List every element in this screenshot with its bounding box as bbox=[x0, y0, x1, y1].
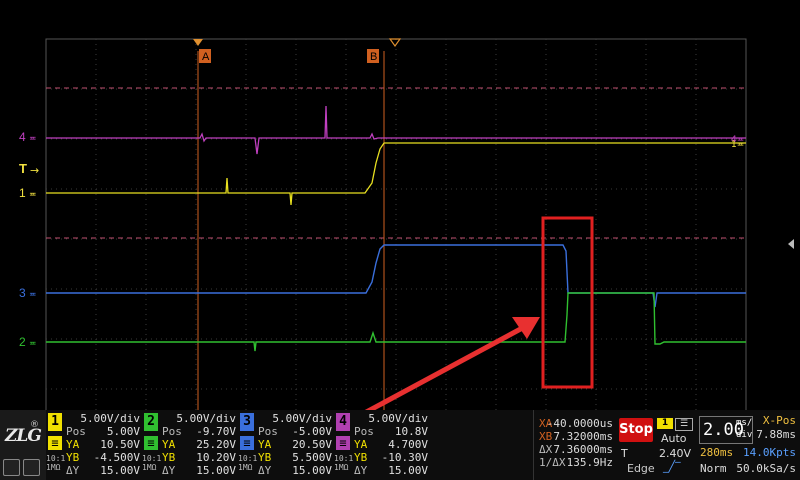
channel-1-yb: -4.500V bbox=[93, 451, 140, 464]
channel-1-badge[interactable]: 1 bbox=[48, 413, 62, 431]
channel-3-panel[interactable]: 3 ≡ 10:1 1MΩ 5.00V/div Pos -5.00V YA 20.50V… bbox=[238, 410, 334, 480]
sample-rate: 50.0kSa/s bbox=[736, 462, 796, 475]
cursor-xb-value: 7.32000ms bbox=[553, 430, 613, 443]
status-bar: ZLG ® 1 ≡ 10:1 1MΩ 5.00V/div Pos 5.00V YA 1… bbox=[0, 410, 800, 480]
ch2-level-label[interactable]: 2 bbox=[19, 335, 26, 349]
trigger-type[interactable]: Edge bbox=[627, 462, 655, 475]
channel-2-ya: 25.20V bbox=[196, 438, 236, 451]
trigger-level-arrow: → bbox=[30, 164, 39, 177]
channel-2-yb: 10.20V bbox=[196, 451, 236, 464]
channel-2-badge[interactable]: 2 bbox=[144, 413, 158, 431]
channel-3-dy: 15.00V bbox=[292, 464, 332, 477]
channel-4-dy: 15.00V bbox=[388, 464, 428, 477]
cursor-freq-value: 135.9Hz bbox=[566, 456, 613, 469]
trigger-mode[interactable]: Auto bbox=[661, 432, 687, 445]
points-count: 14.0Kpts bbox=[743, 446, 796, 459]
channel-1-coupling-icon: ≡ bbox=[48, 436, 62, 450]
channel-1-probe: 10:1 1MΩ bbox=[46, 454, 66, 472]
trigger-source[interactable]: 1 bbox=[657, 418, 673, 429]
trigger-panel[interactable]: Stop 1 ☰ Auto T 2.40V Edge _╱‾ bbox=[617, 410, 695, 480]
channel-4-ya: 4.700V bbox=[388, 438, 428, 451]
channel-1-dy: 15.00V bbox=[100, 464, 140, 477]
cursor-dx-value: 7.36000ms bbox=[553, 443, 613, 456]
channel-2-probe: 10:1 1MΩ bbox=[142, 454, 162, 472]
xpos-value[interactable]: 7.88ms bbox=[756, 428, 796, 441]
ch3-level-arrow: ≖ bbox=[29, 290, 37, 300]
ch1-level-arrow: ≖ bbox=[29, 190, 37, 200]
ch3-level-label[interactable]: 3 bbox=[19, 286, 26, 300]
ch2-level-arrow: ≖ bbox=[29, 339, 37, 349]
registered-mark: ® bbox=[30, 420, 39, 430]
ch1-right-marker: 1≖ bbox=[731, 140, 744, 150]
rising-edge-icon: _╱‾ bbox=[663, 460, 681, 473]
brand-area: ZLG ® bbox=[0, 410, 46, 480]
channel-3-scale: 5.00V/div bbox=[272, 412, 332, 425]
channel-2-coupling-icon: ≡ bbox=[144, 436, 158, 450]
cursor-measurements[interactable]: XA -40.0000us XB 7.32000ms ΔX 7.36000ms 1/Δ… bbox=[535, 410, 615, 480]
channel-4-pos: 10.8V bbox=[394, 425, 428, 438]
channel-4-coupling-icon: ≡ bbox=[336, 436, 350, 450]
channel-3-yb: 5.500V bbox=[292, 451, 332, 464]
run-stop-button[interactable]: Stop bbox=[619, 418, 653, 442]
channel-2-pos: -9.70V bbox=[196, 425, 236, 438]
trigger-level-value[interactable]: 2.40V bbox=[659, 447, 691, 460]
channel-2-panel[interactable]: 2 ≡ 10:1 1MΩ 5.00V/div Pos -9.70V YA 25.20V… bbox=[142, 410, 238, 480]
cursor-b-label: B bbox=[370, 51, 377, 63]
trigger-menu-icon[interactable]: ☰ bbox=[675, 418, 693, 431]
divider bbox=[533, 410, 534, 480]
channel-3-pos: -5.00V bbox=[292, 425, 332, 438]
channel-4-yb: -10.30V bbox=[381, 451, 428, 464]
xpos-label: X-Pos bbox=[762, 414, 796, 427]
waveform-display[interactable]: A B 4 ≖ T → 1 ≖ 3 ≖ 2 ≖ 4≖ 1≖ bbox=[0, 0, 800, 480]
ch4-level-label[interactable]: 4 bbox=[19, 130, 26, 144]
channel-3-probe: 10:1 1MΩ bbox=[238, 454, 258, 472]
acquisition-mode[interactable]: Norm bbox=[700, 462, 727, 475]
channel-4-panel[interactable]: 4 ≡ 10:1 1MΩ 5.00V/div Pos 10.8V YA 4.700V … bbox=[334, 410, 430, 480]
channel-4-badge[interactable]: 4 bbox=[336, 413, 350, 431]
timebase-panel[interactable]: 2.00 ms/ div X-Pos 7.88ms 280ms 14.0Kpts… bbox=[697, 410, 800, 480]
channel-1-ya: 10.50V bbox=[100, 438, 140, 451]
trigger-level-label-text: T bbox=[621, 447, 628, 460]
timebase-scale[interactable]: 2.00 ms/ div bbox=[699, 416, 753, 444]
ch1-level-label[interactable]: 1 bbox=[19, 186, 26, 200]
channel-2-scale: 5.00V/div bbox=[176, 412, 236, 425]
memory-length: 280ms bbox=[700, 446, 734, 459]
ch4-level-arrow: ≖ bbox=[29, 134, 37, 144]
cursor-a-label: A bbox=[202, 51, 210, 63]
channel-4-probe: 10:1 1MΩ bbox=[334, 454, 354, 472]
channel-3-badge[interactable]: 3 bbox=[240, 413, 254, 431]
channel-3-ya: 20.50V bbox=[292, 438, 332, 451]
channel-2-dy: 15.00V bbox=[196, 464, 236, 477]
channel-1-scale: 5.00V/div bbox=[80, 412, 140, 425]
channel-3-coupling-icon: ≡ bbox=[240, 436, 254, 450]
screenshot-icon[interactable] bbox=[23, 459, 40, 476]
channel-1-pos: 5.00V bbox=[106, 425, 140, 438]
trigger-level-label[interactable]: T bbox=[19, 161, 27, 176]
channel-4-scale: 5.00V/div bbox=[368, 412, 428, 425]
cursor-xa-value: -40.0000us bbox=[546, 417, 613, 430]
channel-1-panel[interactable]: 1 ≡ 10:1 1MΩ 5.00V/div Pos 5.00V YA 10.50V … bbox=[46, 410, 142, 480]
search-icon[interactable] bbox=[3, 459, 20, 476]
